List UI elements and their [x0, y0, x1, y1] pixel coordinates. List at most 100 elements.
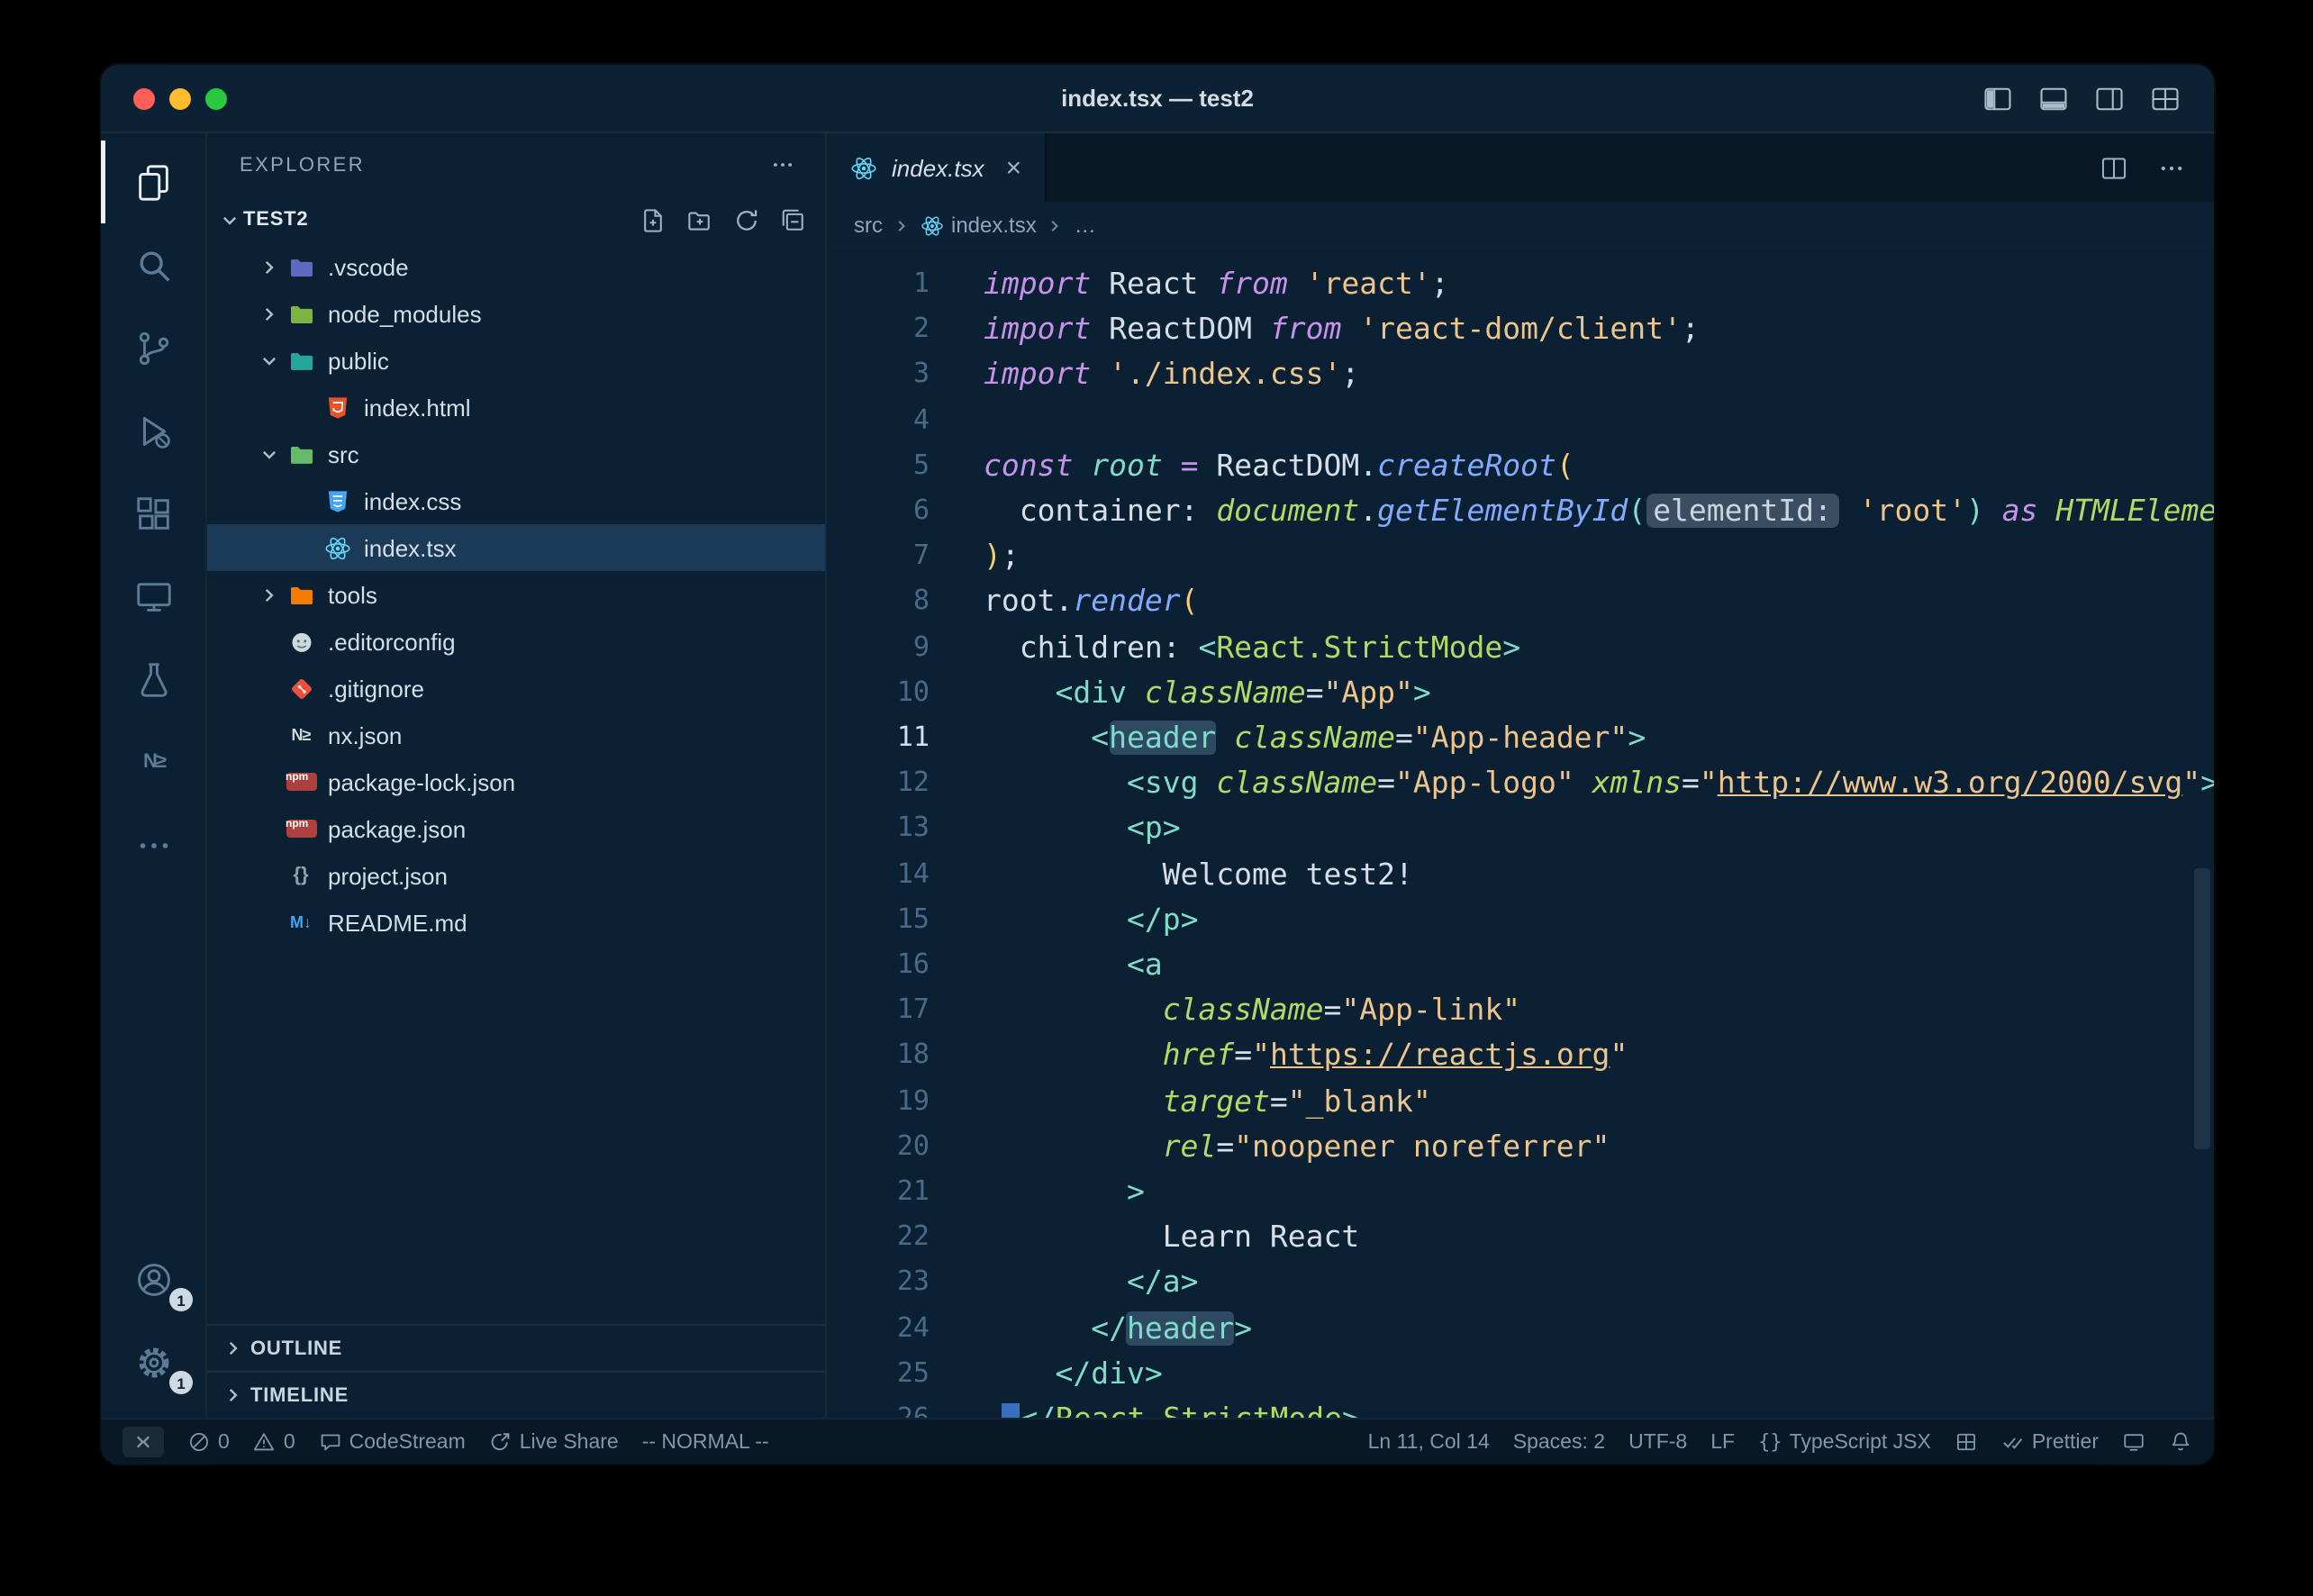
status-screencast[interactable] [2122, 1430, 2145, 1454]
refresh-icon[interactable] [733, 206, 760, 233]
tab-index-tsx[interactable]: index.tsx × [827, 133, 1047, 202]
tree-item-tools[interactable]: tools [207, 571, 825, 618]
tree-item-package-lock.json[interactable]: npmpackage-lock.json [207, 758, 825, 805]
line-number: 6 [827, 488, 930, 533]
zoom-window-button[interactable] [205, 87, 227, 109]
minimize-window-button[interactable] [169, 87, 191, 109]
tree-item-nx.json[interactable]: N≥nx.json [207, 712, 825, 758]
close-tab-icon[interactable]: × [1006, 154, 1022, 181]
status-prettier[interactable]: Prettier [2001, 1430, 2099, 1454]
chevron-down-icon[interactable] [254, 440, 283, 468]
explorer-more-icon[interactable] [769, 151, 796, 178]
code-line-13[interactable]: 13 <p> [827, 806, 2214, 851]
code-line-11[interactable]: 11 <header className="App-header"> [827, 715, 2214, 760]
status-warnings[interactable]: 0 [253, 1430, 295, 1454]
tree-item-node_modules[interactable]: node_modules [207, 290, 825, 337]
editor-scrollbar[interactable] [2194, 868, 2210, 1149]
status-indentation[interactable]: Spaces: 2 [1513, 1431, 1605, 1453]
activity-item-run-debug[interactable] [101, 389, 207, 472]
tree-item-index.html[interactable]: index.html [207, 384, 825, 431]
activity-item-search[interactable] [101, 223, 207, 306]
chevron-right-icon[interactable] [254, 299, 283, 328]
breadcrumb-item-src[interactable]: src [854, 213, 883, 238]
code-line-2[interactable]: 2import ReactDOM from 'react-dom/client'… [827, 306, 2214, 351]
status-errors[interactable]: 0 [187, 1430, 230, 1454]
breadcrumb-item-index.tsx[interactable]: index.tsx [921, 213, 1037, 238]
code-editor[interactable]: 1import React from 'react';2import React… [827, 249, 2214, 1418]
status-vim-mode[interactable]: -- NORMAL -- [642, 1431, 769, 1453]
collapse-all-icon[interactable] [780, 206, 807, 233]
tree-item-.editorconfig[interactable]: .editorconfig [207, 618, 825, 665]
code-line-21[interactable]: 21 > [827, 1169, 2214, 1214]
code-line-15[interactable]: 15 </p> [827, 897, 2214, 942]
activity-item-account[interactable]: 1 [101, 1238, 207, 1320]
chevron-right-icon[interactable] [254, 252, 283, 281]
line-content: href="https://reactjs.org" [930, 1033, 2214, 1078]
close-window-button[interactable] [133, 87, 155, 109]
tree-item-index.css[interactable]: index.css [207, 477, 825, 524]
code-line-17[interactable]: 17 className="App-link" [827, 988, 2214, 1033]
status-layout-indicator[interactable] [1955, 1430, 1978, 1454]
status-live-share[interactable]: Live Share [489, 1430, 619, 1454]
outline-panel[interactable]: OUTLINE [207, 1324, 825, 1371]
status-language-mode[interactable]: {}TypeScript JSX [1758, 1430, 1931, 1454]
tree-item-project.json[interactable]: {}project.json [207, 852, 825, 899]
status-cursor-position[interactable]: Ln 11, Col 14 [1368, 1431, 1490, 1453]
tree-item-index.tsx[interactable]: index.tsx [207, 524, 825, 571]
project-section-header[interactable]: TEST2 [207, 196, 825, 243]
status-label: UTF-8 [1628, 1431, 1687, 1453]
tree-item-public[interactable]: public [207, 337, 825, 384]
layout-grid-button[interactable] [2149, 82, 2181, 114]
layout-sidebar-right-button[interactable] [2093, 82, 2126, 114]
code-line-23[interactable]: 23 </a> [827, 1260, 2214, 1305]
activity-item-source-control[interactable] [101, 306, 207, 389]
tree-item-package.json[interactable]: npmpackage.json [207, 805, 825, 852]
code-line-7[interactable]: 7); [827, 533, 2214, 578]
code-line-26[interactable]: 26 </React.StrictMode> [827, 1396, 2214, 1418]
status-remote-indicator[interactable] [122, 1427, 164, 1457]
code-line-20[interactable]: 20 rel="noopener noreferrer" [827, 1124, 2214, 1169]
code-line-1[interactable]: 1import React from 'react'; [827, 261, 2214, 306]
activity-item-more[interactable] [101, 803, 207, 886]
code-line-12[interactable]: 12 <svg className="App-logo" xmlns="http… [827, 760, 2214, 805]
code-line-14[interactable]: 14 Welcome test2! [827, 851, 2214, 896]
code-line-10[interactable]: 10 <div className="App"> [827, 670, 2214, 715]
activity-item-extensions[interactable] [101, 472, 207, 555]
tree-item-src[interactable]: src [207, 431, 825, 477]
breadcrumb-item-…[interactable]: … [1075, 213, 1096, 238]
tree-item-README.md[interactable]: M↓README.md [207, 899, 825, 946]
code-line-22[interactable]: 22 Learn React [827, 1215, 2214, 1260]
code-line-16[interactable]: 16 <a [827, 942, 2214, 987]
timeline-panel[interactable]: TIMELINE [207, 1371, 825, 1418]
code-line-18[interactable]: 18 href="https://reactjs.org" [827, 1033, 2214, 1078]
activity-item-explorer[interactable] [101, 141, 207, 223]
layout-sidebar-button[interactable] [1982, 82, 2014, 114]
chevron-right-icon[interactable] [254, 580, 283, 609]
status-encoding[interactable]: UTF-8 [1628, 1431, 1687, 1453]
code-line-9[interactable]: 9 children: <React.StrictMode> [827, 624, 2214, 669]
more-icon[interactable] [2156, 152, 2187, 183]
code-line-5[interactable]: 5const root = ReactDOM.createRoot( [827, 443, 2214, 488]
tree-item-.vscode[interactable]: .vscode [207, 243, 825, 290]
status-eol[interactable]: LF [1710, 1431, 1735, 1453]
split-editor-icon[interactable] [2099, 152, 2129, 183]
new-file-icon[interactable] [639, 206, 667, 233]
tree-item-.gitignore[interactable]: .gitignore [207, 665, 825, 712]
code-line-8[interactable]: 8root.render( [827, 579, 2214, 624]
code-line-19[interactable]: 19 target="_blank" [827, 1078, 2214, 1123]
activity-item-settings[interactable]: 1 [101, 1320, 207, 1403]
code-line-6[interactable]: 6 container: document.getElementById(ele… [827, 488, 2214, 533]
layout-panel-button[interactable] [2037, 82, 2070, 114]
chevron-down-icon[interactable] [254, 346, 283, 375]
status-codestream[interactable]: CodeStream [319, 1430, 466, 1454]
code-line-3[interactable]: 3import './index.css'; [827, 352, 2214, 397]
code-line-25[interactable]: 25 </div> [827, 1351, 2214, 1396]
activity-item-remote-explorer[interactable] [101, 555, 207, 638]
status-notifications[interactable] [2169, 1430, 2192, 1454]
activity-item-testing[interactable] [101, 638, 207, 721]
folder-icon [283, 440, 319, 468]
code-line-4[interactable]: 4 [827, 397, 2214, 442]
code-line-24[interactable]: 24 </header> [827, 1305, 2214, 1350]
new-folder-icon[interactable] [686, 206, 713, 233]
activity-item-nx-console[interactable]: N≥ [101, 721, 207, 803]
